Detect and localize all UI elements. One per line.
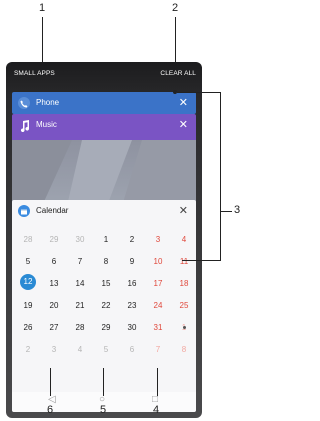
callout-4-line [157,368,158,396]
calendar-week-row: 5 6 7 8 9 10 11 [12,252,196,274]
calendar-day[interactable]: 14 [67,279,93,288]
calendar-day[interactable]: 23 [119,301,145,310]
music-card-preview [12,140,196,206]
calendar-day-today[interactable]: 12 [20,274,36,290]
calendar-day[interactable]: 4 [171,235,196,244]
calendar-week-row: 19 20 21 22 23 24 25 [12,296,196,318]
calendar-day[interactable]: 18 [171,279,196,288]
calendar-day[interactable]: 3 [145,235,171,244]
calendar-day[interactable]: 21 [67,301,93,310]
music-card-title: Music [36,120,57,129]
calendar-day[interactable]: 31 [145,323,171,332]
music-card-header: Music ✕ [12,114,196,136]
callout-4: 4 [153,404,160,416]
callout-5: 5 [100,404,107,416]
calendar-day[interactable]: 16 [119,279,145,288]
calendar-day[interactable]: 6 [41,257,67,266]
calendar-day[interactable]: 28 [67,323,93,332]
callout-2: 2 [172,2,179,14]
calendar-day[interactable]: 3 [41,345,67,354]
calendar-week-row: 2627282930311 [12,318,196,340]
calendar-day[interactable]: 5 [93,345,119,354]
callout-3-mid-line [221,211,232,212]
calendar-day[interactable]: 7 [145,345,171,354]
calendar-day[interactable]: 4 [67,345,93,354]
callout-1: 1 [39,2,46,14]
calendar-app-card[interactable]: Calendar ✕ 28 29 30 1 2 3 4 5 6 7 8 9 10 11 12 13 14 15 16… [12,200,196,412]
callout-3-bottom-line [182,260,221,261]
calendar-day[interactable]: 30 [67,235,93,244]
calendar-day[interactable]: 22 [93,301,119,310]
calendar-day[interactable]: 2 [119,235,145,244]
recent-apps-topbar: SMALL APPS CLEAR ALL [6,62,202,88]
phone-card-header: Phone ✕ [12,92,196,114]
calendar-day[interactable]: 29 [93,323,119,332]
callout-5-line [103,368,104,396]
calendar-week-row: 2345678 [12,340,196,362]
callout-3-top-line [177,92,221,93]
calendar-day[interactable]: 26 [15,323,41,332]
calendar-day[interactable]: 5 [15,257,41,266]
calendar-day[interactable]: 6 [119,345,145,354]
calendar-day[interactable]: 30 [119,323,145,332]
music-note-icon [20,119,30,133]
calendar-card-header: Calendar ✕ [12,200,196,222]
callout-3-vertical-line [220,92,221,260]
calendar-day[interactable]: 8 [171,345,196,354]
callout-6: 6 [47,404,54,416]
calendar-card-title: Calendar [36,206,69,215]
calendar-day[interactable]: 28 [15,235,41,244]
calendar-week-row: 12 13 14 15 16 17 18 [12,274,196,296]
calendar-day[interactable]: 19 [15,301,41,310]
calendar-day[interactable]: 25 [171,301,196,310]
small-apps-button[interactable]: SMALL APPS [14,70,55,77]
calendar-day[interactable]: 9 [119,257,145,266]
calendar-day[interactable]: 13 [41,279,67,288]
calendar-day[interactable]: 29 [41,235,67,244]
clear-all-button[interactable]: CLEAR ALL [160,70,196,77]
calendar-day[interactable]: 8 [93,257,119,266]
phone-card-title: Phone [36,98,60,107]
callout-2-line [175,17,176,64]
callout-6-line [50,368,51,396]
calendar-day[interactable]: 15 [93,279,119,288]
calendar-day[interactable]: 20 [41,301,67,310]
calendar-week-row: 28 29 30 1 2 3 4 [12,230,196,252]
calendar-close-button[interactable]: ✕ [179,204,188,217]
calendar-day[interactable]: 27 [41,323,67,332]
calendar-day[interactable]: 1 [93,235,119,244]
music-close-button[interactable]: ✕ [179,118,188,131]
scroll-indicator [183,326,186,329]
calendar-day[interactable]: 24 [145,301,171,310]
calendar-day[interactable]: 2 [15,345,41,354]
phone-app-card[interactable]: Phone ✕ [12,92,196,114]
callout-1-line [42,17,43,64]
calendar-day[interactable]: 7 [67,257,93,266]
music-app-card[interactable]: Music ✕ [12,114,196,206]
callout-3: 3 [234,204,241,216]
phone-icon [18,97,30,109]
phone-screen: SMALL APPS CLEAR ALL Music ✕ Phone ✕ Cal… [6,62,202,418]
phone-close-button[interactable]: ✕ [179,96,188,109]
calendar-day[interactable]: 10 [145,257,171,266]
calendar-icon [18,205,30,217]
calendar-day[interactable]: 11 [171,257,196,266]
calendar-day[interactable]: 17 [145,279,171,288]
